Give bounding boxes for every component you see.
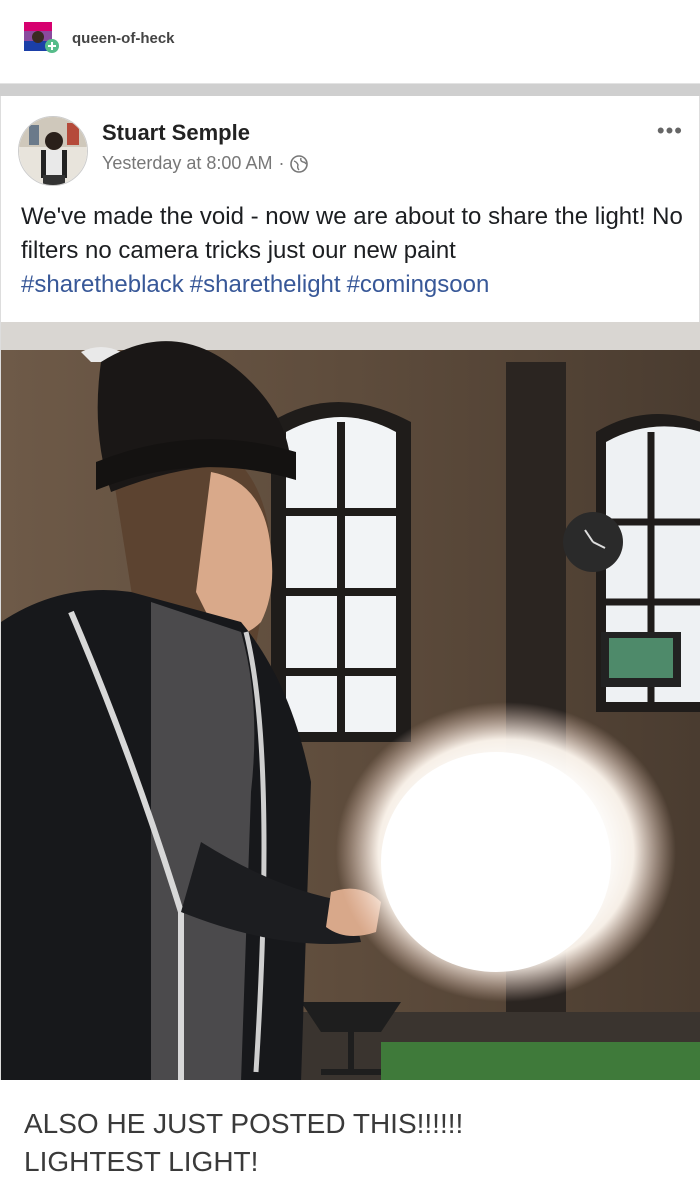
globe-icon[interactable]: [290, 154, 309, 173]
facebook-post: Stuart Semple Yesterday at 8:00 AM · •••…: [0, 96, 700, 1080]
hashtag-link[interactable]: #comingsoon: [347, 271, 490, 298]
separator: [0, 84, 700, 96]
author-name[interactable]: Stuart Semple: [102, 120, 250, 146]
meta-separator: ·: [278, 153, 285, 173]
author-avatar[interactable]: [18, 116, 88, 186]
post-meta: Yesterday at 8:00 AM ·: [102, 153, 309, 174]
caption-line-1: ALSO HE JUST POSTED THIS!!!!!!: [24, 1108, 464, 1139]
hashtags: #sharetheblack #sharethelight #comingsoon: [21, 271, 495, 298]
post-text: We've made the void - now we are about t…: [21, 200, 685, 302]
reblog-avatar[interactable]: [24, 22, 60, 54]
post-photo[interactable]: [1, 322, 700, 1080]
reblog-header: queen-of-heck: [0, 0, 700, 84]
hashtag-link[interactable]: #sharethelight: [190, 271, 341, 298]
reblog-username[interactable]: queen-of-heck: [72, 30, 175, 47]
timestamp[interactable]: Yesterday at 8:00 AM: [102, 153, 272, 174]
reblog-caption: ALSO HE JUST POSTED THIS!!!!!! LIGHTEST …: [24, 1105, 674, 1181]
post-body: We've made the void - now we are about t…: [21, 203, 683, 264]
more-options-icon[interactable]: •••: [657, 120, 683, 142]
hashtag-link[interactable]: #sharetheblack: [21, 271, 184, 298]
caption-line-2: LIGHTEST LIGHT!: [24, 1146, 259, 1177]
